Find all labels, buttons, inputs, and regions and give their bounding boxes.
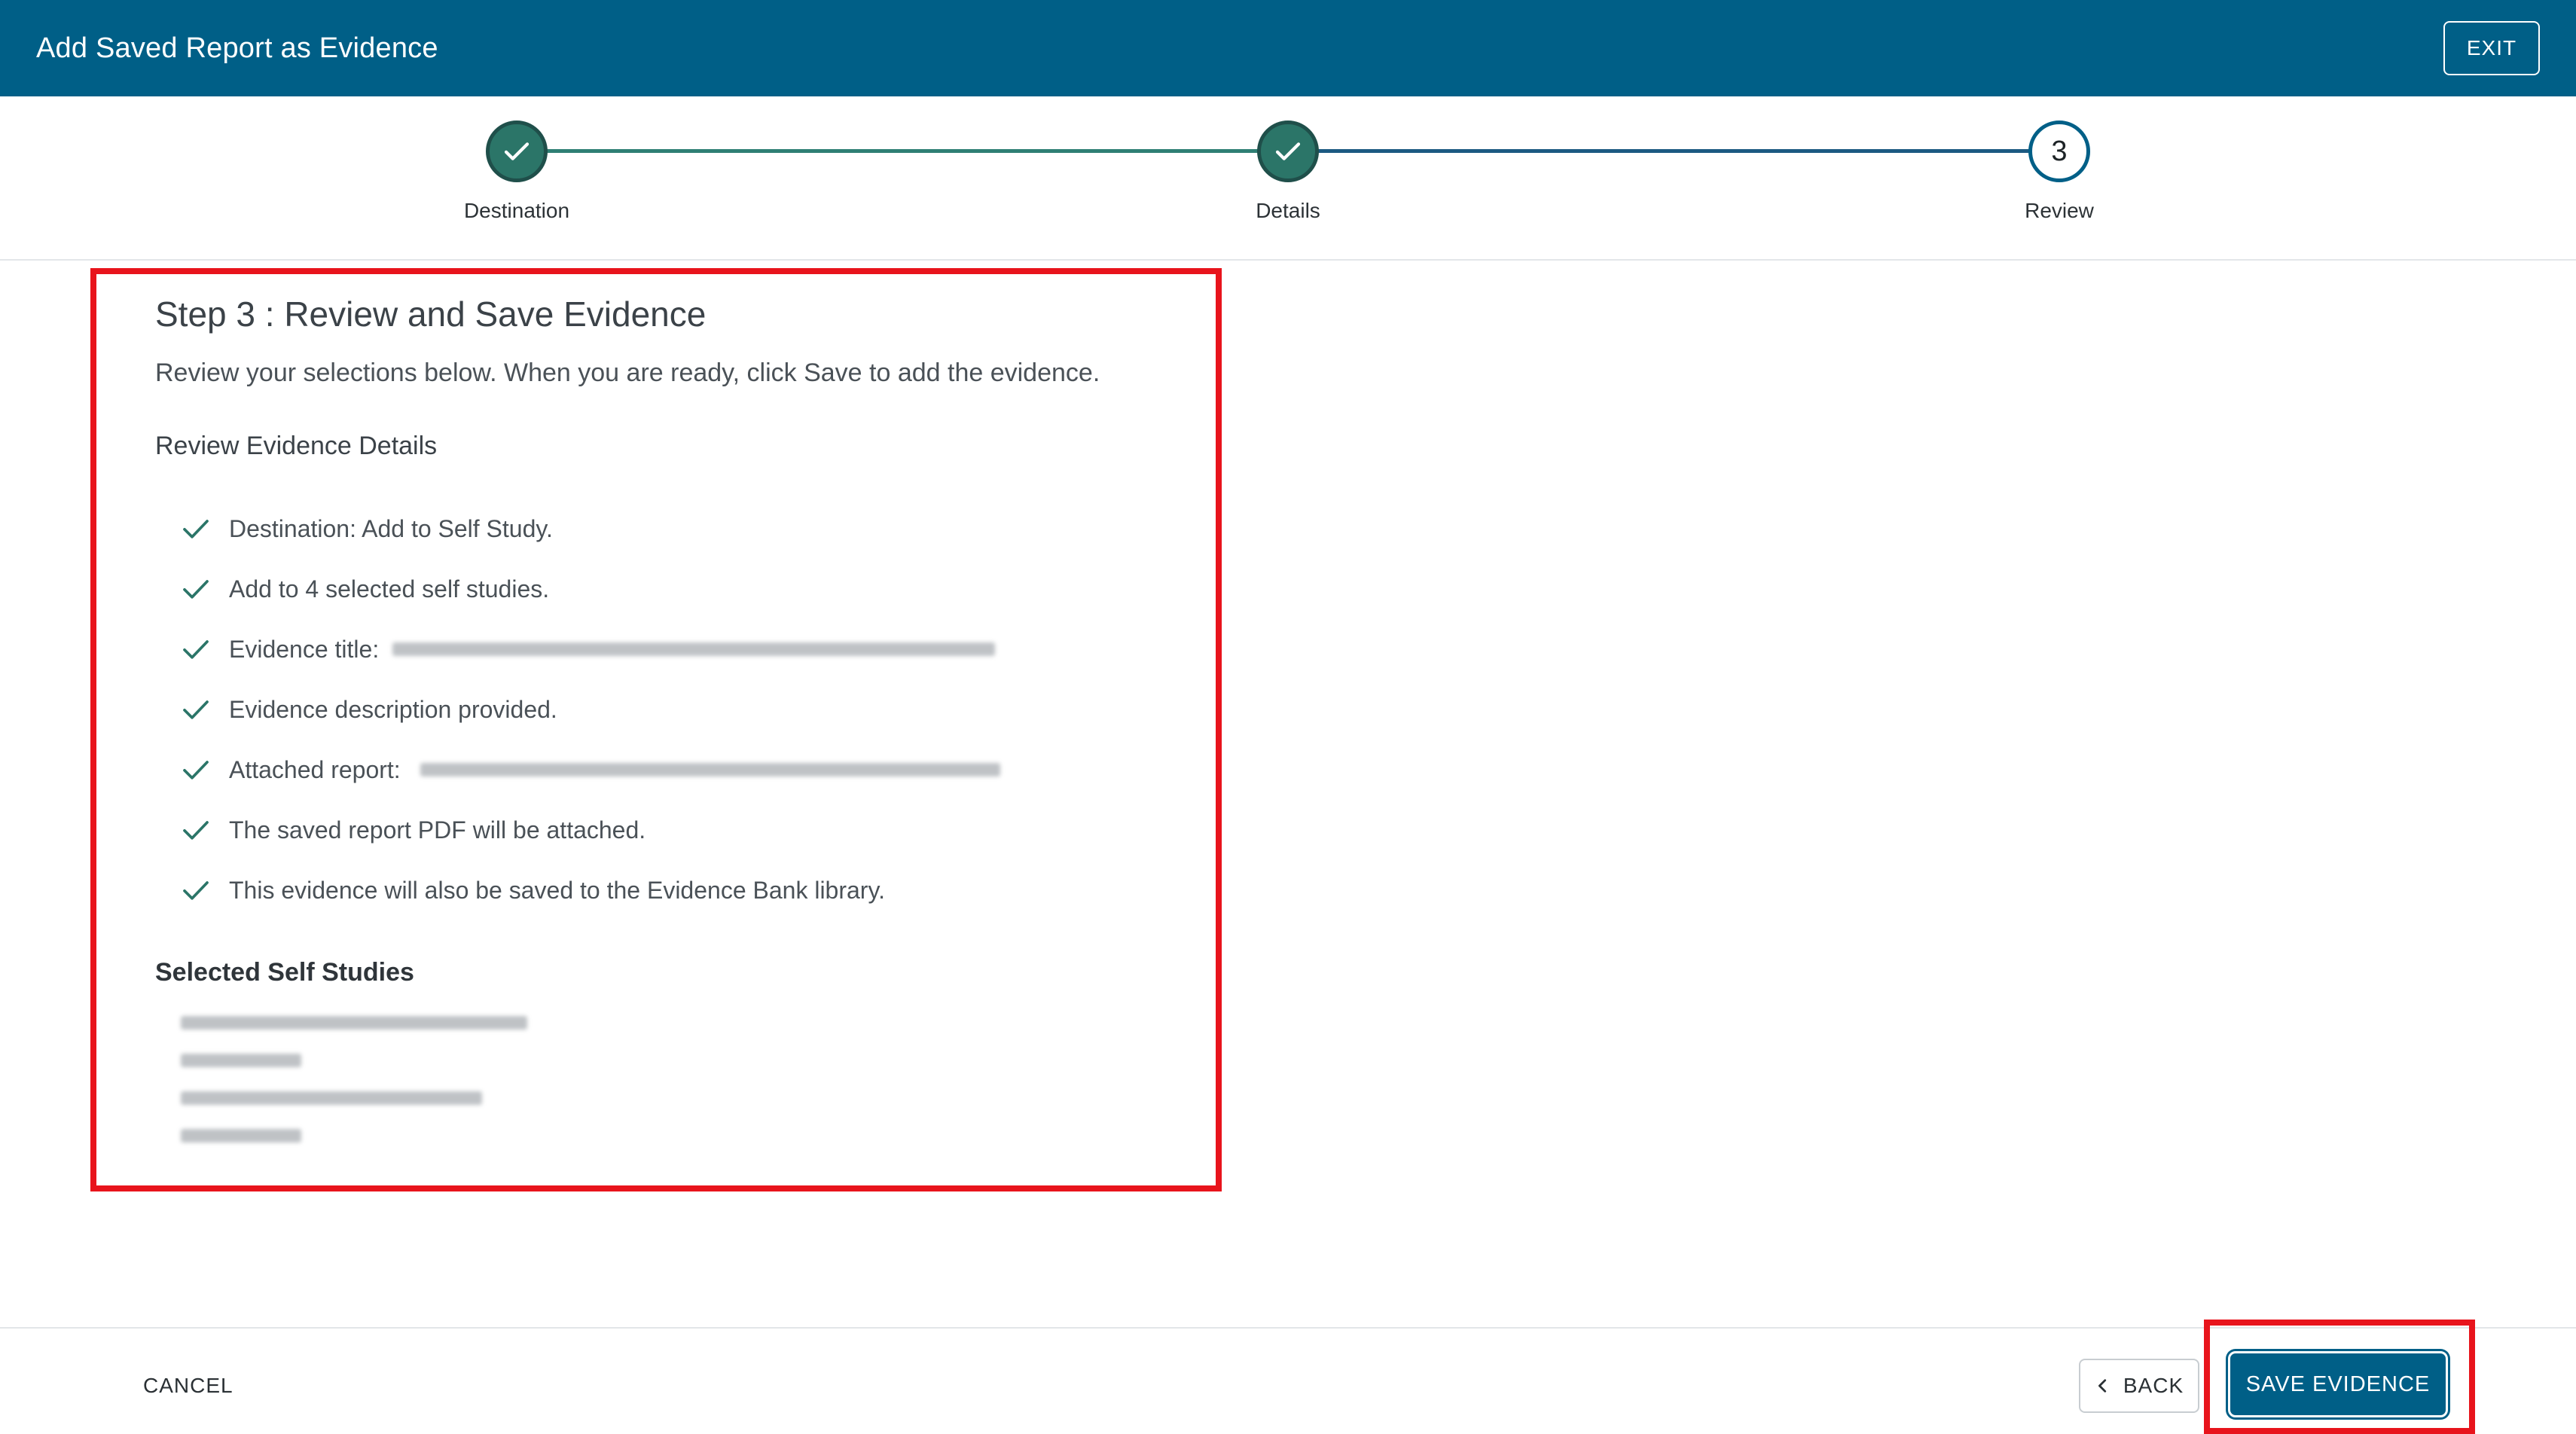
- list-item: [181, 1004, 1240, 1042]
- check-icon: [183, 761, 209, 780]
- selected-studies-heading: Selected Self Studies: [155, 958, 414, 987]
- step-current-circle: 3: [2028, 121, 2090, 182]
- details-heading: Review Evidence Details: [155, 432, 438, 460]
- check-icon: [183, 881, 209, 900]
- step-destination: Destination: [381, 121, 652, 223]
- step-complete-circle: [486, 121, 548, 182]
- back-button[interactable]: BACK: [2079, 1359, 2199, 1413]
- redacted-evidence-title: [392, 642, 996, 656]
- check-icon: [183, 520, 209, 539]
- list-item: [181, 1117, 1240, 1155]
- save-evidence-button[interactable]: SAVE EVIDENCE: [2228, 1351, 2448, 1417]
- list-item: [181, 1042, 1240, 1079]
- review-heading: Step 3 : Review and Save Evidence: [155, 294, 707, 334]
- step-label: Details: [1256, 199, 1320, 222]
- exit-button[interactable]: EXIT: [2443, 21, 2540, 75]
- review-checklist: Destination: Add to Self Study. Add to 4…: [155, 499, 1240, 920]
- step-label: Review: [2025, 199, 2094, 222]
- step-details: Details: [1152, 121, 1424, 223]
- list-item: Evidence title:: [155, 619, 1240, 679]
- top-bar: Add Saved Report as Evidence EXIT: [0, 0, 2576, 96]
- check-icon: [1275, 142, 1301, 160]
- check-icon: [183, 700, 209, 719]
- step-label: Destination: [463, 199, 570, 222]
- add-evidence-page: Add Saved Report as Evidence EXIT Destin…: [0, 0, 2576, 1434]
- redacted-study-name: [181, 1091, 482, 1105]
- review-panel: Step 3 : Review and Save Evidence Review…: [155, 294, 1240, 1155]
- selected-studies-list: [155, 1004, 1240, 1155]
- list-item-text: The saved report PDF will be attached.: [229, 816, 646, 844]
- list-item-text: Evidence title:: [229, 635, 380, 663]
- progress-stepper: Destination Details 3 Review: [0, 96, 2576, 261]
- step-review: 3 Review: [1924, 121, 2195, 223]
- list-item-text: This evidence will also be saved to the …: [229, 876, 885, 904]
- back-button-label: BACK: [2123, 1374, 2184, 1397]
- footer-bar: CANCEL BACK SAVE EVIDENCE: [0, 1327, 2576, 1434]
- list-item: The saved report PDF will be attached.: [155, 800, 1240, 860]
- list-item-text: Destination: Add to Self Study.: [229, 514, 553, 542]
- list-item: Evidence description provided.: [155, 679, 1240, 740]
- check-icon: [504, 142, 530, 160]
- redacted-study-name: [181, 1129, 301, 1143]
- redacted-study-name: [181, 1016, 527, 1030]
- page-title: Add Saved Report as Evidence: [36, 32, 438, 64]
- redacted-report-name: [420, 763, 1000, 776]
- list-item-text: Add to 4 selected self studies.: [229, 575, 550, 603]
- list-item: Destination: Add to Self Study.: [155, 499, 1240, 559]
- chevron-left-icon: [2098, 1379, 2106, 1393]
- check-icon: [183, 580, 209, 599]
- redacted-study-name: [181, 1054, 301, 1067]
- check-icon: [183, 821, 209, 840]
- step-complete-circle: [1257, 121, 1319, 182]
- check-icon: [183, 640, 209, 659]
- list-item-text: Evidence description provided.: [229, 695, 557, 723]
- cancel-button[interactable]: CANCEL: [121, 1362, 256, 1410]
- list-item: This evidence will also be saved to the …: [155, 860, 1240, 920]
- list-item-text: Attached report:: [229, 755, 401, 783]
- list-item: [181, 1079, 1240, 1117]
- list-item: Attached report:: [155, 740, 1240, 800]
- list-item: Add to 4 selected self studies.: [155, 559, 1240, 619]
- review-intro: Review your selections below. When you a…: [155, 358, 1100, 387]
